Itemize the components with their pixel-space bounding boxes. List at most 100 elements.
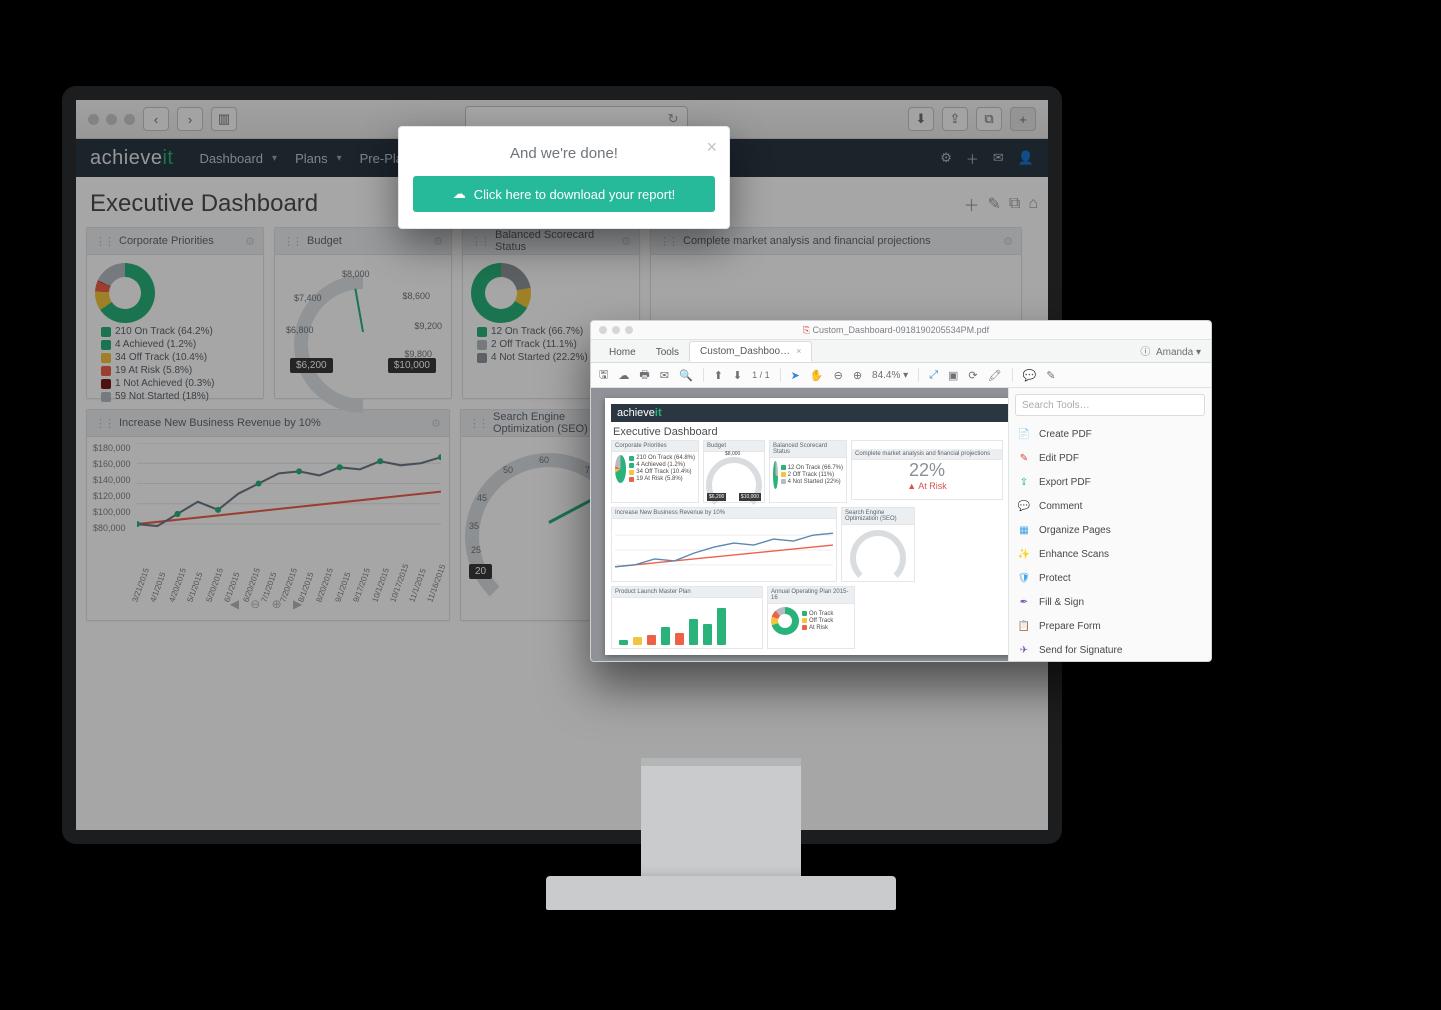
nav-dashboard[interactable]: Dashboard bbox=[199, 151, 277, 166]
rotate-icon[interactable]: ⟳ bbox=[968, 369, 977, 382]
pointer-icon[interactable]: ➤ bbox=[791, 369, 800, 382]
download-report-button[interactable]: ☁ Click here to download your report! bbox=[413, 176, 715, 212]
page-of: / 1 bbox=[760, 370, 770, 380]
priorities-legend: 210 On Track (64.2%) 4 Achieved (1.2%) 3… bbox=[101, 326, 215, 404]
cloud-icon[interactable]: ☁ bbox=[618, 369, 629, 382]
home-icon[interactable]: ⌂ bbox=[1028, 195, 1038, 213]
edit-pdf-icon: ✎ bbox=[1017, 453, 1031, 464]
send-signature-icon: ✈ bbox=[1017, 645, 1031, 656]
nav-forward-button[interactable]: › bbox=[177, 107, 203, 131]
pdf-window-titlebar[interactable]: ⎘ Custom_Dashboard-0918190205534PM.pdf bbox=[591, 321, 1211, 340]
modal-close-icon[interactable]: × bbox=[706, 137, 717, 158]
info-icon[interactable]: ⓘ bbox=[1140, 347, 1150, 358]
card-title: Complete market analysis and financial p… bbox=[683, 235, 931, 247]
pdf-market-card: Complete market analysis and financial p… bbox=[851, 440, 1003, 500]
highlight-icon[interactable]: 🖍 bbox=[988, 369, 1002, 382]
settings-icon[interactable]: ⚙ bbox=[940, 150, 952, 166]
sign-icon[interactable]: ✎ bbox=[1046, 369, 1055, 382]
card-settings-icon[interactable]: ⚙ bbox=[431, 417, 441, 430]
edit-dashboard-icon[interactable]: ✎ bbox=[987, 194, 1000, 214]
download-report-modal: And we're done! × ☁ Click here to downlo… bbox=[398, 126, 730, 229]
seo-min: 20 bbox=[469, 564, 492, 579]
tabs-icon: ⧉ bbox=[984, 111, 993, 127]
print-icon[interactable]: 🖶 bbox=[639, 366, 649, 385]
zoom-level[interactable]: 84.4% ▾ bbox=[872, 370, 908, 381]
fit-width-icon[interactable]: ⤢ bbox=[929, 369, 938, 382]
pdf-viewer-window: ⎘ Custom_Dashboard-0918190205534PM.pdf H… bbox=[590, 320, 1212, 662]
revenue-chart bbox=[137, 443, 441, 544]
tabs-button[interactable]: ⧉ bbox=[976, 107, 1002, 131]
pdf-toolbar: 🖫 ☁ 🖶 ✉ 🔍 ⬆ ⬇ 1 / 1 ➤ ✋ ⊖ ⊕ 84.4% ▾ ⤢ ▣ … bbox=[591, 363, 1211, 388]
zoom-in-icon[interactable]: ⊕ bbox=[853, 369, 862, 382]
clone-dashboard-icon[interactable]: ⧉ bbox=[1009, 195, 1020, 213]
card-title: Increase New Business Revenue by 10% bbox=[119, 417, 321, 429]
sidebar-toggle-button[interactable]: ▥ bbox=[211, 107, 237, 131]
pdf-canvas[interactable]: achieveit Executive Dashboard Corporate … bbox=[591, 388, 1008, 662]
fit-page-icon[interactable]: ▣ bbox=[948, 369, 958, 382]
rail-comment[interactable]: 💬Comment bbox=[1015, 494, 1205, 518]
mail-icon[interactable]: ✉ bbox=[660, 369, 669, 382]
zoom-out-icon[interactable]: ⊖ bbox=[834, 369, 843, 382]
rail-enhance[interactable]: ✨Enhance Scans bbox=[1015, 542, 1205, 566]
card-title: Budget bbox=[307, 235, 342, 247]
add-widget-icon[interactable]: ＋ bbox=[963, 192, 979, 216]
rail-fill-sign[interactable]: ✒Fill & Sign bbox=[1015, 590, 1205, 614]
rail-protect[interactable]: 🛡Protect bbox=[1015, 566, 1205, 590]
rail-edit-pdf[interactable]: ✎Edit PDF bbox=[1015, 446, 1205, 470]
share-button[interactable]: ⇪ bbox=[942, 107, 968, 131]
drag-handle-icon[interactable]: ⋮⋮ bbox=[95, 235, 113, 248]
cloud-download-icon: ☁ bbox=[453, 186, 466, 202]
add-icon[interactable]: ＋ bbox=[966, 149, 979, 168]
inbox-icon[interactable]: ✉ bbox=[993, 150, 1004, 166]
card-settings-icon[interactable]: ⚙ bbox=[1003, 235, 1013, 248]
page-down-icon[interactable]: ⬇ bbox=[733, 369, 742, 382]
rail-create-pdf[interactable]: 📄Create PDF bbox=[1015, 422, 1205, 446]
warning-icon: ▲ bbox=[907, 481, 916, 491]
pdf-page-title: Executive Dashboard bbox=[611, 422, 1008, 440]
protect-icon: 🛡 bbox=[1017, 573, 1031, 584]
priorities-donut bbox=[95, 263, 155, 323]
rail-search-input[interactable]: Search Tools… bbox=[1015, 394, 1205, 416]
brand-logo[interactable]: achieveit bbox=[90, 147, 173, 170]
export-pdf-icon: ⇪ bbox=[1017, 477, 1031, 488]
pdf-tab-tools[interactable]: Tools bbox=[646, 343, 689, 362]
reload-icon[interactable]: ↻ bbox=[668, 111, 679, 127]
fill-sign-icon: ✒ bbox=[1017, 597, 1031, 608]
chart-zoom-controls[interactable]: ◀ ⊖ ⊕ ▶ bbox=[230, 597, 307, 611]
rail-export-pdf[interactable]: ⇪Export PDF bbox=[1015, 470, 1205, 494]
pdf-user-menu[interactable]: Amanda ▾ bbox=[1156, 347, 1201, 358]
pdf-tab-bar: Home Tools Custom_Dashboo…× ⓘ Amanda ▾ bbox=[591, 340, 1211, 363]
download-icon: ⬇ bbox=[916, 111, 927, 127]
rail-prepare-form[interactable]: 📋Prepare Form bbox=[1015, 614, 1205, 638]
hand-icon[interactable]: ✋ bbox=[810, 369, 824, 382]
card-settings-icon[interactable]: ⚙ bbox=[245, 235, 255, 248]
page-up-icon[interactable]: ⬆ bbox=[714, 369, 723, 382]
prepare-form-icon: 📋 bbox=[1017, 621, 1031, 632]
organize-icon: ▦ bbox=[1017, 525, 1031, 536]
pdf-file-title: Custom_Dashboard-0918190205534PM.pdf bbox=[813, 325, 990, 335]
card-title: Balanced Scorecard Status bbox=[495, 229, 621, 253]
nav-back-button[interactable]: ‹ bbox=[143, 107, 169, 131]
pdf-tab-document[interactable]: Custom_Dashboo…× bbox=[689, 341, 812, 362]
search-icon[interactable]: 🔍 bbox=[679, 369, 693, 382]
scorecard-donut bbox=[471, 263, 531, 323]
user-icon[interactable]: 👤 bbox=[1018, 150, 1034, 166]
gauge-min: $6,200 bbox=[290, 358, 333, 373]
comment-icon[interactable]: 💬 bbox=[1023, 369, 1037, 382]
downloads-button[interactable]: ⬇ bbox=[908, 107, 934, 131]
modal-title: And we're done! bbox=[510, 145, 618, 162]
card-settings-icon[interactable]: ⚙ bbox=[433, 235, 443, 248]
card-settings-icon[interactable]: ⚙ bbox=[621, 235, 631, 248]
new-tab-button[interactable]: + bbox=[1010, 107, 1036, 131]
page-current[interactable]: 1 bbox=[752, 370, 757, 380]
rail-organize[interactable]: ▦Organize Pages bbox=[1015, 518, 1205, 542]
close-tab-icon[interactable]: × bbox=[796, 346, 801, 356]
enhance-icon: ✨ bbox=[1017, 549, 1031, 560]
create-pdf-icon: 📄 bbox=[1017, 429, 1031, 440]
nav-plans[interactable]: Plans bbox=[295, 151, 342, 166]
pdf-right-rail: Search Tools… 📄Create PDF ✎Edit PDF ⇪Exp… bbox=[1008, 388, 1211, 662]
save-icon[interactable]: 🖫 bbox=[599, 366, 608, 385]
pdf-page: achieveit Executive Dashboard Corporate … bbox=[605, 398, 1008, 655]
rail-send-signature[interactable]: ✈Send for Signature bbox=[1015, 638, 1205, 662]
pdf-tab-home[interactable]: Home bbox=[599, 343, 646, 362]
